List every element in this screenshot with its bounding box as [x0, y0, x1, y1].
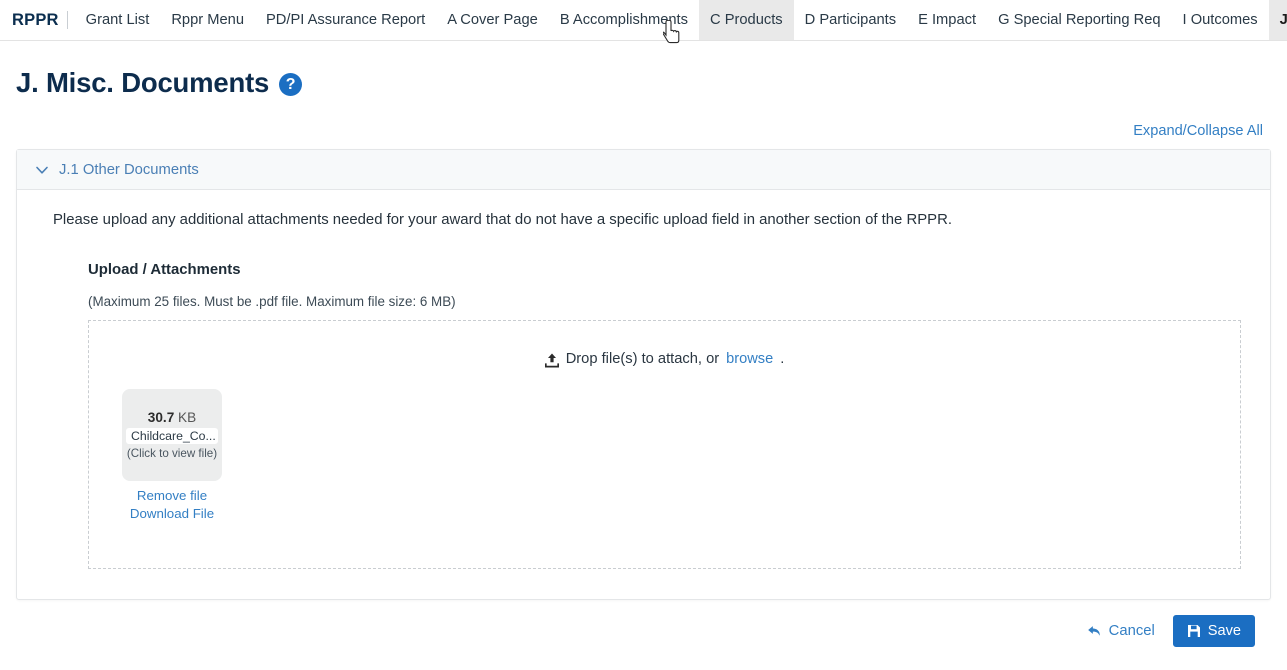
- nav-pdpi-assurance-report[interactable]: PD/PI Assurance Report: [255, 0, 436, 40]
- nav-i-outcomes[interactable]: I Outcomes: [1172, 0, 1269, 40]
- page-title: J. Misc. Documents: [16, 67, 270, 98]
- nav-j-misc-documents[interactable]: J. Misc. Documents: [1268, 0, 1287, 40]
- file-size: 30.7 KB: [148, 410, 196, 425]
- page-container: J. Misc. Documents ? Expand/Collapse All…: [0, 41, 1287, 647]
- upload-constraints-text: (Maximum 25 files. Must be .pdf file. Ma…: [88, 294, 456, 309]
- expand-collapse-row: Expand/Collapse All: [16, 103, 1271, 149]
- floppy-disk-icon: [1187, 624, 1201, 638]
- other-documents-panel: J.1 Other Documents Please upload any ad…: [16, 149, 1271, 600]
- dropzone-text: Drop file(s) to attach, or: [565, 351, 720, 367]
- file-name: Childcare_Co...: [126, 428, 218, 444]
- file-size-value: 30.7: [147, 410, 175, 425]
- question-mark-circle-icon[interactable]: ?: [279, 73, 303, 96]
- chevron-down-icon[interactable]: [35, 163, 49, 177]
- nav-g-special-reporting-req[interactable]: G Special Reporting Req: [987, 0, 1171, 40]
- section-title-j1: J.1 Other Documents: [59, 161, 199, 178]
- nav-d-participants[interactable]: D Participants: [794, 0, 907, 40]
- nav-items: Grant List Rppr Menu PD/PI Assurance Repor…: [75, 0, 1287, 40]
- page-title-row: J. Misc. Documents ?: [16, 41, 1271, 103]
- file-actions: Remove file Download File: [122, 488, 222, 521]
- nav-c-products[interactable]: C Products: [699, 0, 794, 40]
- nav-grant-list[interactable]: Grant List: [75, 0, 161, 40]
- download-file-link[interactable]: Download File: [122, 506, 222, 521]
- file-size-unit: KB: [178, 410, 197, 425]
- top-navigation-bar: RPPR Grant List Rppr Menu PD/PI Assurance …: [0, 0, 1287, 44]
- section-body-j1: Please upload any additional attachments…: [17, 190, 1270, 599]
- save-button-label: Save: [1207, 623, 1241, 639]
- form-footer-actions: Cancel Save: [16, 600, 1271, 647]
- file-click-hint: (Click to view file): [126, 447, 218, 460]
- brand-divider: [66, 11, 68, 29]
- dropzone-hint: Drop file(s) to attach, or browse.: [89, 351, 1240, 367]
- cancel-button[interactable]: Cancel: [1083, 617, 1159, 645]
- app-brand[interactable]: RPPR: [8, 0, 67, 40]
- save-button[interactable]: Save: [1172, 615, 1255, 647]
- cancel-button-label: Cancel: [1108, 623, 1155, 639]
- upload-block: Upload / Attachments (Maximum 25 files. …: [88, 262, 1252, 569]
- nav-rppr-menu[interactable]: Rppr Menu: [160, 0, 255, 40]
- browse-link[interactable]: browse: [726, 351, 773, 367]
- upload-instruction-text: Please upload any additional attachments…: [53, 212, 952, 228]
- upload-attachments-heading: Upload / Attachments: [88, 262, 241, 278]
- section-header-j1[interactable]: J.1 Other Documents: [17, 150, 1270, 190]
- file-thumbnail[interactable]: 30.7 KB Childcare_Co... (Click to view f…: [122, 389, 222, 481]
- file-dropzone[interactable]: Drop file(s) to attach, or browse. 30.7 …: [88, 320, 1241, 569]
- nav-b-accomplishments[interactable]: B Accomplishments: [549, 0, 699, 40]
- expand-collapse-all-link[interactable]: Expand/Collapse All: [1133, 123, 1263, 139]
- attached-file-card: 30.7 KB Childcare_Co... (Click to view f…: [122, 389, 222, 521]
- nav-a-cover-page[interactable]: A Cover Page: [436, 0, 549, 40]
- back-arrow-icon: [1087, 625, 1102, 638]
- upload-icon: [544, 353, 559, 368]
- nav-e-impact[interactable]: E Impact: [907, 0, 987, 40]
- remove-file-link[interactable]: Remove file: [122, 488, 222, 503]
- dropzone-text-end: .: [780, 351, 785, 367]
